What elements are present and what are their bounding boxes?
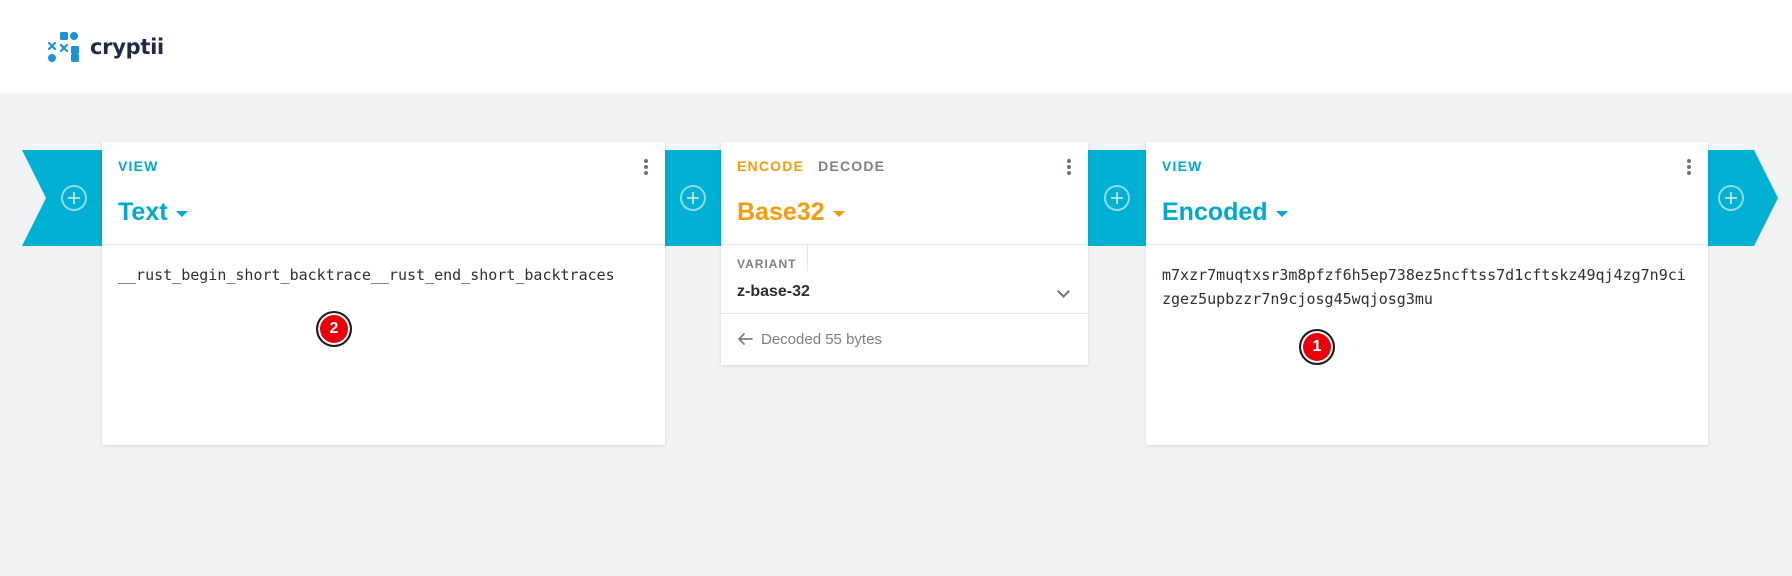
status-text: Decoded 55 bytes <box>761 330 882 348</box>
pipe-start <box>22 150 102 246</box>
caret-down-icon <box>175 211 188 217</box>
add-brick-icon[interactable] <box>680 185 706 211</box>
divider <box>807 245 808 271</box>
brick-tabs: VIEW <box>118 158 159 174</box>
brick-title-select[interactable]: Base32 <box>737 198 845 227</box>
marker-badge: 1 <box>1299 329 1335 365</box>
marker-badge: 2 <box>316 311 352 347</box>
cryptii-logo[interactable]: cryptii <box>48 30 164 64</box>
caret-down-icon <box>1275 211 1288 217</box>
brick-title: Base32 <box>737 198 825 226</box>
add-brick-icon[interactable] <box>1718 185 1744 211</box>
brick-title: Encoded <box>1162 198 1268 226</box>
tab-encode[interactable]: ENCODE <box>737 158 804 174</box>
brick-header: VIEW Encoded <box>1146 142 1708 245</box>
variant-select[interactable]: VARIANT z-base-32 <box>721 245 1088 314</box>
brick-tabs: ENCODE DECODE <box>737 158 885 174</box>
add-brick-icon[interactable] <box>61 185 87 211</box>
pipe-end <box>1708 150 1778 246</box>
caret-down-icon <box>832 211 845 217</box>
tab-decode[interactable]: DECODE <box>818 158 885 174</box>
brick-title-select[interactable]: Encoded <box>1162 198 1288 227</box>
brick-tabs: VIEW <box>1162 158 1203 174</box>
text-view-brick: VIEW Text __rust_begin_short_backtrace__… <box>102 142 665 445</box>
tab-view[interactable]: VIEW <box>118 158 159 174</box>
pipe-between-encoder-and-encoded <box>1088 150 1146 246</box>
more-menu-icon[interactable] <box>1062 156 1076 178</box>
chevron-down-icon <box>1057 285 1070 298</box>
brick-header: VIEW Text <box>102 142 665 245</box>
add-brick-icon[interactable] <box>1104 185 1130 211</box>
text-content-editor[interactable]: __rust_begin_short_backtrace__rust_end_s… <box>102 245 665 305</box>
arrow-left-icon <box>738 333 753 345</box>
more-menu-icon[interactable] <box>639 156 653 178</box>
brick-title: Text <box>118 198 168 226</box>
pipe-between-text-and-encoder <box>665 150 721 246</box>
base32-encoder-brick: ENCODE DECODE Base32 VARIANT z-base-32 D… <box>721 142 1088 365</box>
tab-view[interactable]: VIEW <box>1162 158 1203 174</box>
variant-label: VARIANT <box>737 257 797 271</box>
encoded-view-brick: VIEW Encoded m7xzr7muqtxsr3m8pfzf6h5ep73… <box>1146 142 1708 445</box>
app-header: cryptii <box>0 0 1792 93</box>
variant-value: z-base-32 <box>737 283 810 300</box>
encoded-content-editor[interactable]: m7xzr7muqtxsr3m8pfzf6h5ep738ez5ncftss7d1… <box>1146 245 1708 329</box>
app-name: cryptii <box>90 35 164 59</box>
encoder-status: Decoded 55 bytes <box>721 314 1088 364</box>
cryptii-logo-icon <box>48 32 79 62</box>
brick-header: ENCODE DECODE Base32 <box>721 142 1088 245</box>
more-menu-icon[interactable] <box>1682 156 1696 178</box>
brick-title-select[interactable]: Text <box>118 198 188 227</box>
